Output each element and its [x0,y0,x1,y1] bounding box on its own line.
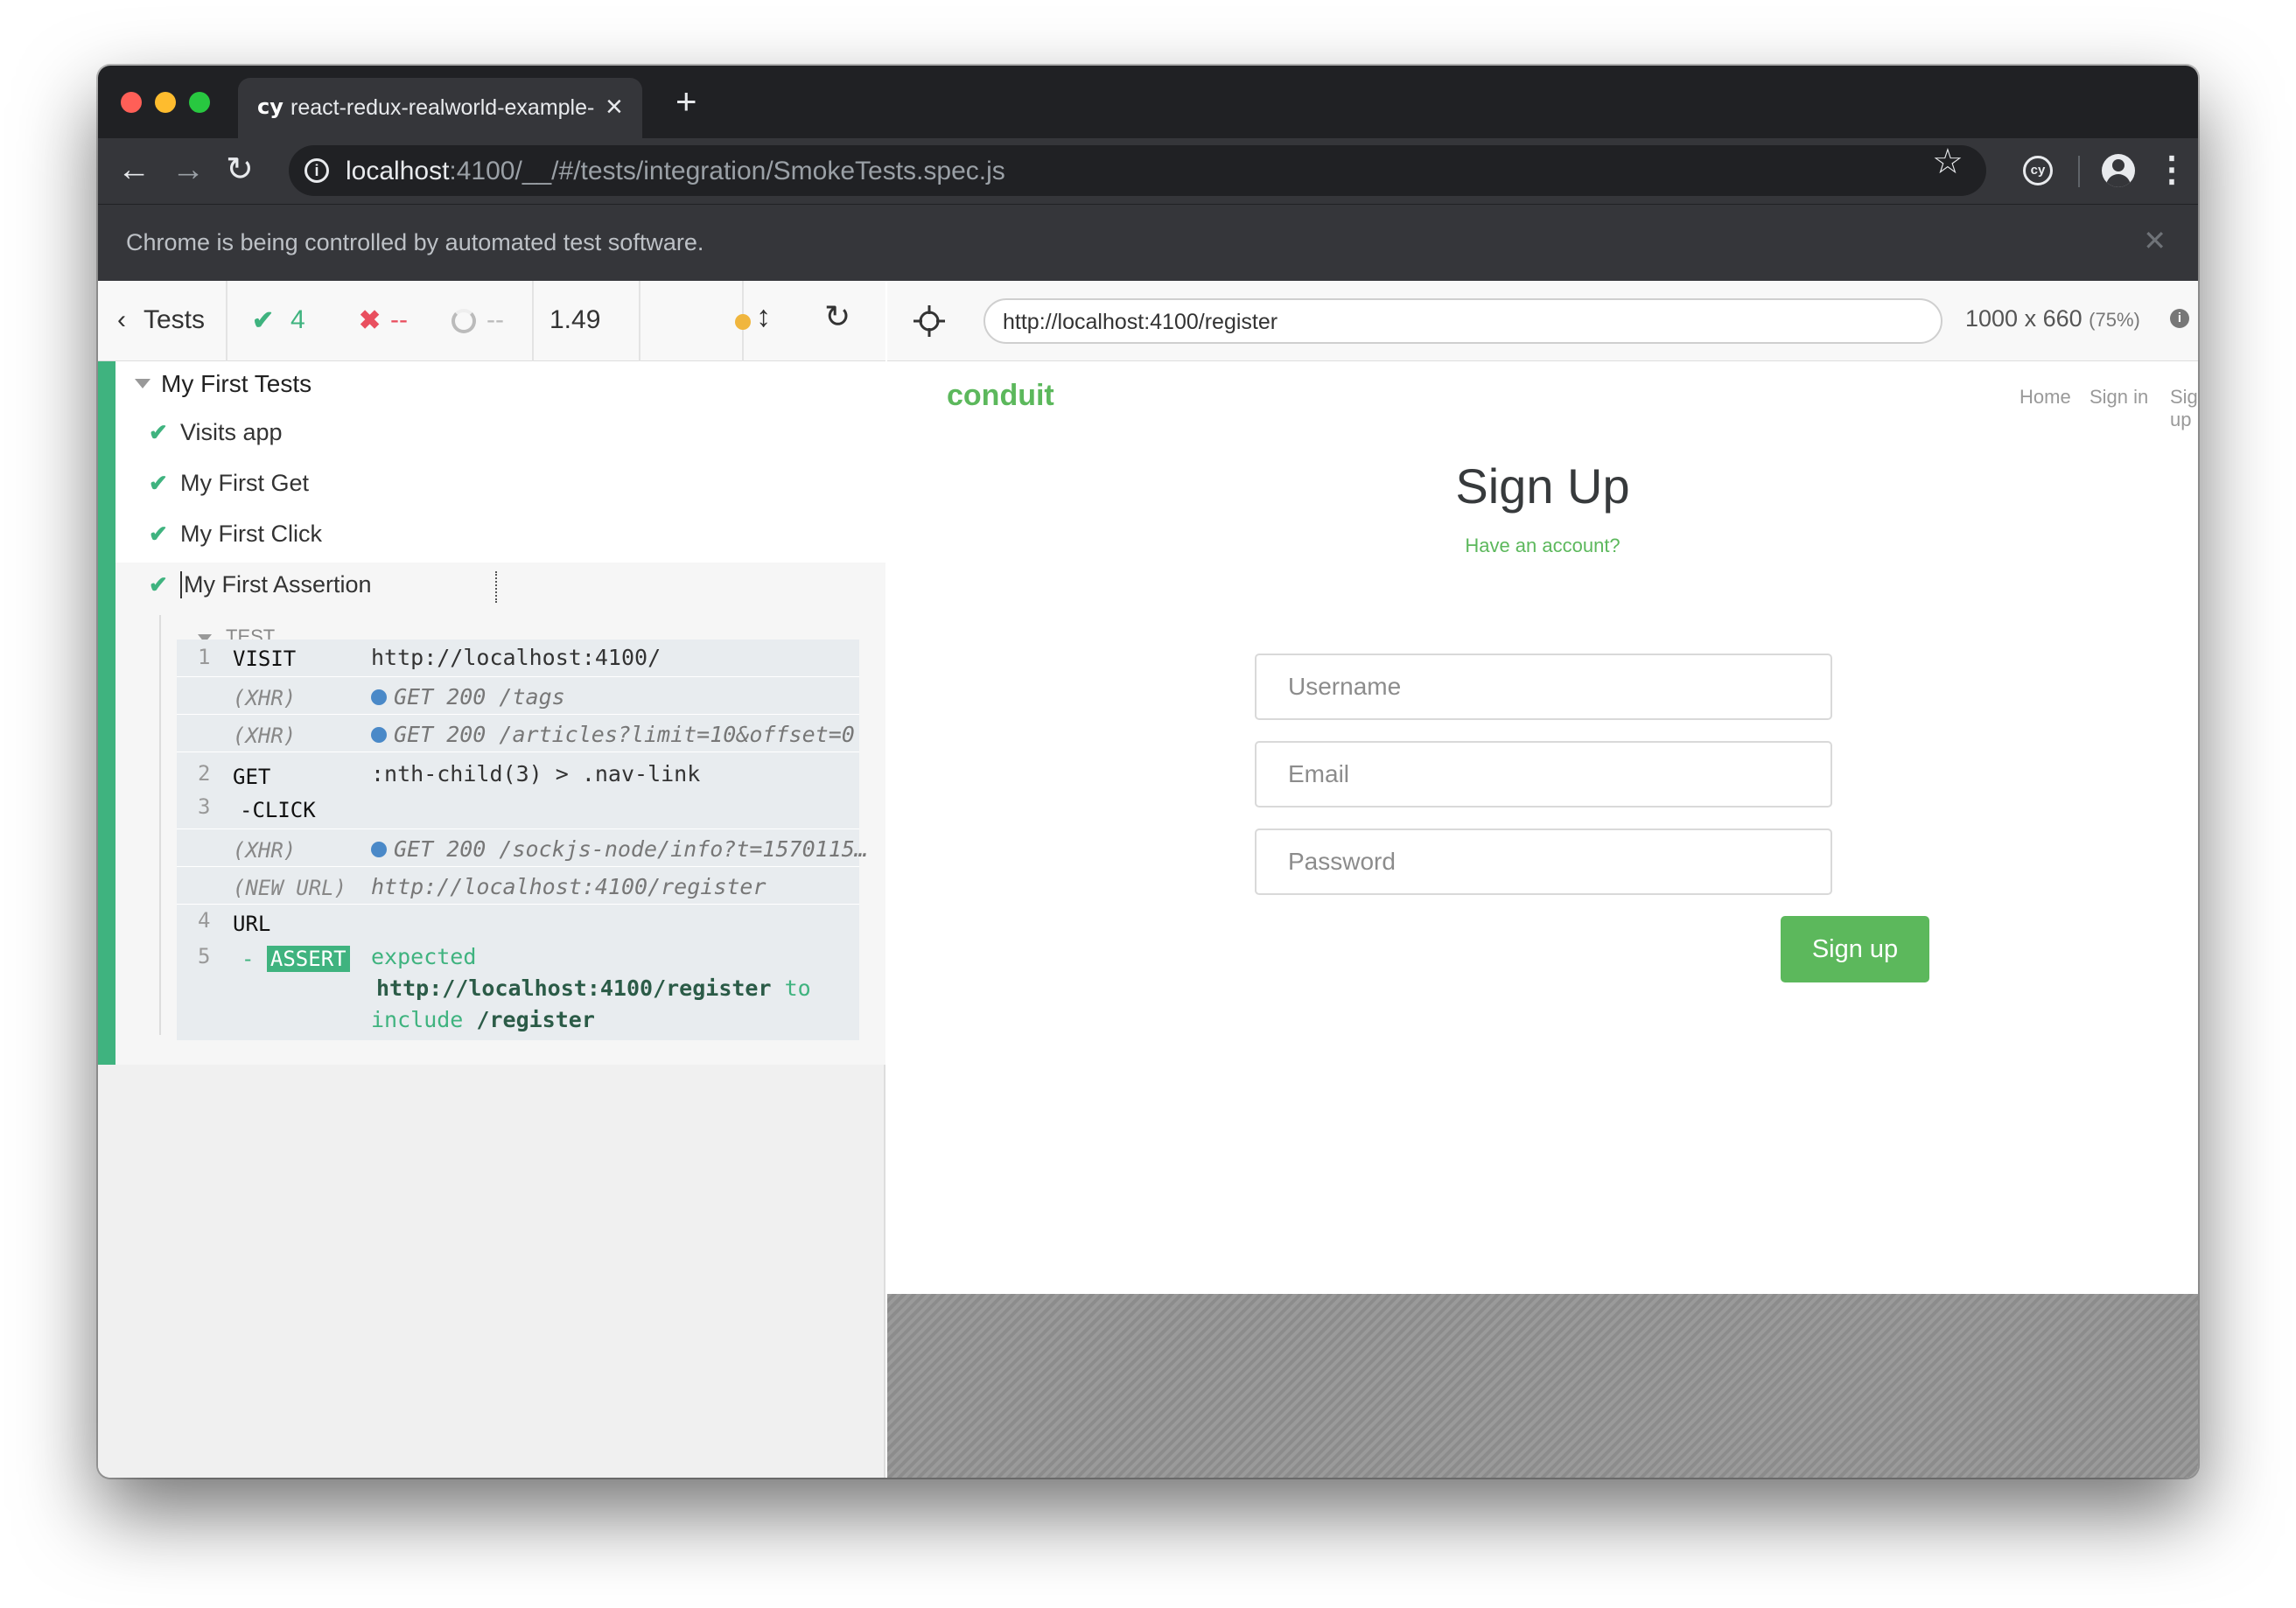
pending-circle-icon [452,309,476,333]
nav-link-sign-in[interactable]: Sign in [2090,386,2148,409]
email-field[interactable]: Email [1255,741,1832,807]
password-placeholder: Password [1288,848,1396,875]
address-bar-url: localhost:4100/__/#/tests/integration/Sm… [346,157,1005,185]
suite-title[interactable]: My First Tests [161,370,312,398]
command-row[interactable]: (XHR) GET 200 /sockjs-node/info?t=157011… [177,829,868,867]
zoom-window-button[interactable] [189,92,210,113]
stats-divider [639,281,640,361]
toolbar-divider [2078,156,2080,187]
site-info-icon[interactable]: i [304,158,329,183]
command-row[interactable]: (NEW URL) http://localhost:4100/register [177,867,859,905]
email-placeholder: Email [1288,760,1350,787]
stats-divider [532,281,534,361]
rerun-icon[interactable]: ↻ [824,298,850,335]
command-row[interactable]: (XHR) GET 200 /articles?limit=10&offset=… [177,715,859,752]
command-log: 1 VISIT http://localhost:4100/ (XHR) GET… [177,640,868,1040]
runnables-list: My First Tests ✔ Visits app ✔ My First G… [98,361,886,1065]
cypress-extension-icon[interactable]: cy [2023,156,2053,185]
reporter-header: ‹ Tests ✔ 4 ✖ -- -- 1.49 ↕ ↻ [98,281,886,361]
stats-group: ✔ 4 ✖ -- -- 1.49 [228,281,744,361]
nav-link-home[interactable]: Home [2020,386,2071,409]
username-placeholder: Username [1288,673,1402,700]
reload-icon[interactable]: ↻ [226,150,254,189]
tab-close-icon[interactable]: × [606,90,623,124]
auto-scroll-icon[interactable]: ↕ [756,300,771,334]
test-pass-check-icon: ✔ [149,419,168,445]
viewport-size: 1000 x 660 (75%) [1965,305,2140,332]
sign-up-button[interactable]: Sign up [1781,916,1929,982]
failed-x-icon: ✖ [359,306,382,335]
bookmark-star-icon[interactable]: ☆ [1932,142,1964,182]
page-title: Sign Up [1455,458,1630,514]
tests-label: Tests [144,305,206,334]
aut-header: http://localhost:4100/register 1000 x 66… [887,281,2198,361]
new-tab-button[interactable]: + [676,83,697,120]
command-row[interactable]: (XHR) GET 200 /tags [177,677,859,715]
close-window-button[interactable] [121,92,142,113]
automation-infobar: Chrome is being controlled by automated … [98,204,2198,281]
test-pass-check-icon: ✔ [149,470,168,496]
conduit-logo[interactable]: conduit [947,379,1054,413]
passed-check-icon: ✔ [252,306,275,335]
command-row[interactable]: 3 -CLICK [177,794,859,829]
kebab-menu-icon[interactable]: ⋮ [2154,150,2189,189]
aut-url-box[interactable]: http://localhost:4100/register [984,298,1942,344]
tab-strip: cy react-redux-realworld-example-app × + [98,66,2198,138]
nav-link-sign-up[interactable]: Sign up [2170,386,2198,431]
selector-playground-crosshair-icon[interactable] [912,304,947,339]
suite-pass-bar [98,361,116,1065]
minimize-window-button[interactable] [155,92,176,113]
hook-indent-line [159,615,161,1035]
test-title[interactable]: My First Assertion [180,571,372,598]
running-indicator-icon [735,314,751,330]
duration: 1.49 [550,305,601,334]
app-under-test: conduit Home Sign in Sign up Sign Up Hav… [887,361,2198,1294]
test-title[interactable]: My First Get [180,470,309,497]
tab-title: react-redux-realworld-example-app [290,95,595,120]
assert-badge: ASSERT [266,946,350,972]
password-field[interactable]: Password [1255,828,1832,895]
cypress-favicon-icon: cy [257,94,284,119]
xhr-dot-icon [371,689,387,705]
text-cursor [495,571,497,603]
command-row[interactable]: 4 URL [177,905,859,942]
forward-arrow-icon[interactable]: → [172,150,205,189]
suite-collapse-icon[interactable] [135,379,150,388]
viewport-info-icon[interactable]: i [2170,309,2189,328]
passed-count: 4 [290,305,305,334]
back-arrow-icon[interactable]: ← [117,150,150,189]
test-pass-check-icon: ✔ [149,521,168,547]
test-title[interactable]: Visits app [180,419,283,446]
browser-tab[interactable]: cy react-redux-realworld-example-app × [238,78,642,138]
browser-window: cy react-redux-realworld-example-app × +… [98,66,2198,1478]
username-field[interactable]: Username [1255,654,1832,720]
assert-command-row[interactable]: 5 - ASSERT expected http://localhost:410… [177,942,859,1040]
failed-count: -- [390,305,408,334]
xhr-dot-icon [371,842,387,857]
profile-avatar-icon[interactable] [2102,154,2135,187]
back-to-tests-button[interactable]: ‹ Tests [98,281,228,361]
test-pass-check-icon: ✔ [149,571,168,598]
automation-message: Chrome is being controlled by automated … [126,229,704,255]
aut-url: http://localhost:4100/register [1003,310,1278,334]
pending-count: -- [486,305,504,334]
chevron-left-icon: ‹ [117,305,126,334]
have-account-link[interactable]: Have an account? [887,535,2198,557]
cypress-reporter: ‹ Tests ✔ 4 ✖ -- -- 1.49 ↕ ↻ My First Te… [98,281,886,1478]
command-row[interactable]: 2 GET :nth-child(3) > .nav-link [177,752,859,794]
infobar-close-icon[interactable]: ✕ [2143,224,2166,257]
address-bar[interactable]: i localhost:4100/__/#/tests/integration/… [289,145,1986,196]
xhr-dot-icon [371,727,387,743]
command-row[interactable]: 1 VISIT http://localhost:4100/ [177,640,859,677]
browser-toolbar: ← → ↻ i localhost:4100/__/#/tests/integr… [98,138,2198,204]
test-title[interactable]: My First Click [180,521,322,548]
aut-empty-area [887,1294,2198,1478]
